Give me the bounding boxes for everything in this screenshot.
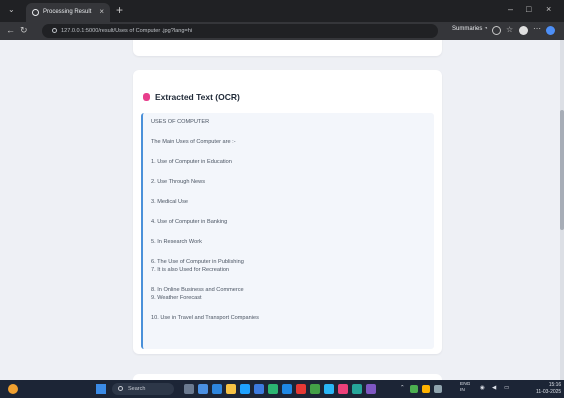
previous-card [133, 40, 442, 56]
page-content: Extracted Text (OCR) USES OF COMPUTER Th… [0, 40, 564, 380]
profile-avatar[interactable] [519, 26, 528, 35]
ocr-line: USES OF COMPUTER [151, 119, 210, 125]
widgets-icon[interactable] [8, 384, 18, 394]
vs-icon[interactable] [366, 384, 376, 394]
site-info-icon[interactable] [52, 28, 57, 34]
page-emoji-icon [143, 93, 150, 101]
task-view-icon[interactable] [198, 384, 208, 394]
language-indicator[interactable]: ENG IN [460, 382, 470, 394]
tray-lang: ENG [460, 382, 471, 387]
app-blue-icon[interactable] [324, 384, 334, 394]
scrollbar-thumb[interactable] [560, 110, 564, 230]
tray-app-icon[interactable] [434, 385, 442, 393]
file-explorer-icon[interactable] [184, 384, 194, 394]
ocr-line: 1. Use of Computer in Education [151, 159, 232, 165]
browser-tab-bar: ⌄ Processing Result × + – □ × [0, 0, 564, 22]
tray-app-icon[interactable] [422, 385, 430, 393]
ocr-heading-text: Extracted Text (OCR) [155, 92, 240, 102]
vscode-icon[interactable] [282, 384, 292, 394]
store-icon[interactable] [240, 384, 250, 394]
reload-icon[interactable]: ↻ [20, 25, 28, 36]
chrome-icon[interactable] [268, 384, 278, 394]
edge-icon[interactable] [212, 384, 222, 394]
close-window-button[interactable]: × [546, 4, 551, 14]
app-teal-icon[interactable] [352, 384, 362, 394]
ocr-card: Extracted Text (OCR) USES OF COMPUTER Th… [133, 70, 442, 354]
browser-toolbar: ← ↻ 127.0.0.1:5000/result/Uses of Comput… [0, 22, 564, 40]
clock-date: 11-03-2025 [536, 389, 562, 395]
ocr-line: The Main Uses of Computer are :- [151, 139, 236, 145]
menu-dots-icon[interactable]: ⋯ [533, 24, 542, 33]
clock-time: 15:16 [548, 382, 562, 388]
summaries-label: Summaries [452, 26, 483, 32]
network-icon[interactable]: ◉ [480, 385, 485, 391]
start-button-icon[interactable] [96, 384, 106, 394]
search-icon [118, 386, 123, 391]
bookmark-star-icon[interactable]: ☆ [506, 25, 515, 34]
ocr-line: 3. Medical Use [151, 199, 188, 205]
ocr-line: 8. In Online Business and Commerce [151, 287, 244, 293]
tab-title: Processing Result [43, 9, 92, 15]
browser-assistant-icon[interactable] [546, 26, 555, 35]
taskbar-search-label: Search [128, 386, 146, 392]
ocr-heading: Extracted Text (OCR) [143, 92, 240, 102]
maximize-button[interactable]: □ [526, 4, 531, 14]
new-tab-button[interactable]: + [116, 3, 123, 17]
summaries-extension[interactable]: Summaries ◔ [452, 26, 488, 32]
battery-icon[interactable]: ▭ [504, 385, 509, 391]
ocr-line: 4. Use of Computer in Banking [151, 219, 228, 225]
app-green-icon[interactable] [310, 384, 320, 394]
ocr-line: 2. Use Through News [151, 179, 205, 185]
ocr-line: 6. The Use of Computer in Publishing [151, 259, 244, 265]
minimize-button[interactable]: – [508, 4, 513, 14]
url-text: 127.0.0.1:5000/result/Uses of Computer .… [61, 28, 193, 34]
ocr-line: 9. Weather Forecast [151, 295, 202, 301]
folder-icon[interactable] [226, 384, 236, 394]
extension-icon[interactable] [492, 26, 501, 35]
app-pink-icon[interactable] [338, 384, 348, 394]
tray-app-icon[interactable] [410, 385, 418, 393]
tab-close-icon[interactable]: × [99, 7, 104, 16]
address-bar[interactable]: 127.0.0.1:5000/result/Uses of Computer .… [42, 24, 438, 38]
ocr-line: 5. In Research Work [151, 239, 202, 245]
tab-processing-result[interactable]: Processing Result × [26, 3, 110, 22]
ocr-line: 10. Use in Travel and Transport Companie… [151, 315, 259, 321]
ocr-text-block: USES OF COMPUTER The Main Uses of Comput… [141, 113, 434, 349]
volume-icon[interactable]: ◀ [492, 385, 496, 391]
app-red-icon[interactable] [296, 384, 306, 394]
taskbar: Search ⌃ ENG IN ◉ ◀ ▭ 15:16 11-03-2025 [0, 380, 564, 398]
tray-chevron-icon[interactable]: ⌃ [400, 385, 405, 391]
taskbar-search[interactable]: Search [112, 383, 174, 395]
back-arrow-icon[interactable]: ← [6, 25, 15, 35]
system-clock[interactable]: 15:16 11-03-2025 [536, 382, 561, 396]
mail-icon[interactable] [254, 384, 264, 394]
ocr-line: 7. It is also Used for Recreation [151, 267, 230, 273]
tray-region: IN [460, 388, 465, 393]
tab-favicon-icon [32, 9, 39, 16]
page-scrollbar[interactable] [560, 40, 564, 380]
tab-list-chevron-icon[interactable]: ⌄ [8, 5, 15, 14]
